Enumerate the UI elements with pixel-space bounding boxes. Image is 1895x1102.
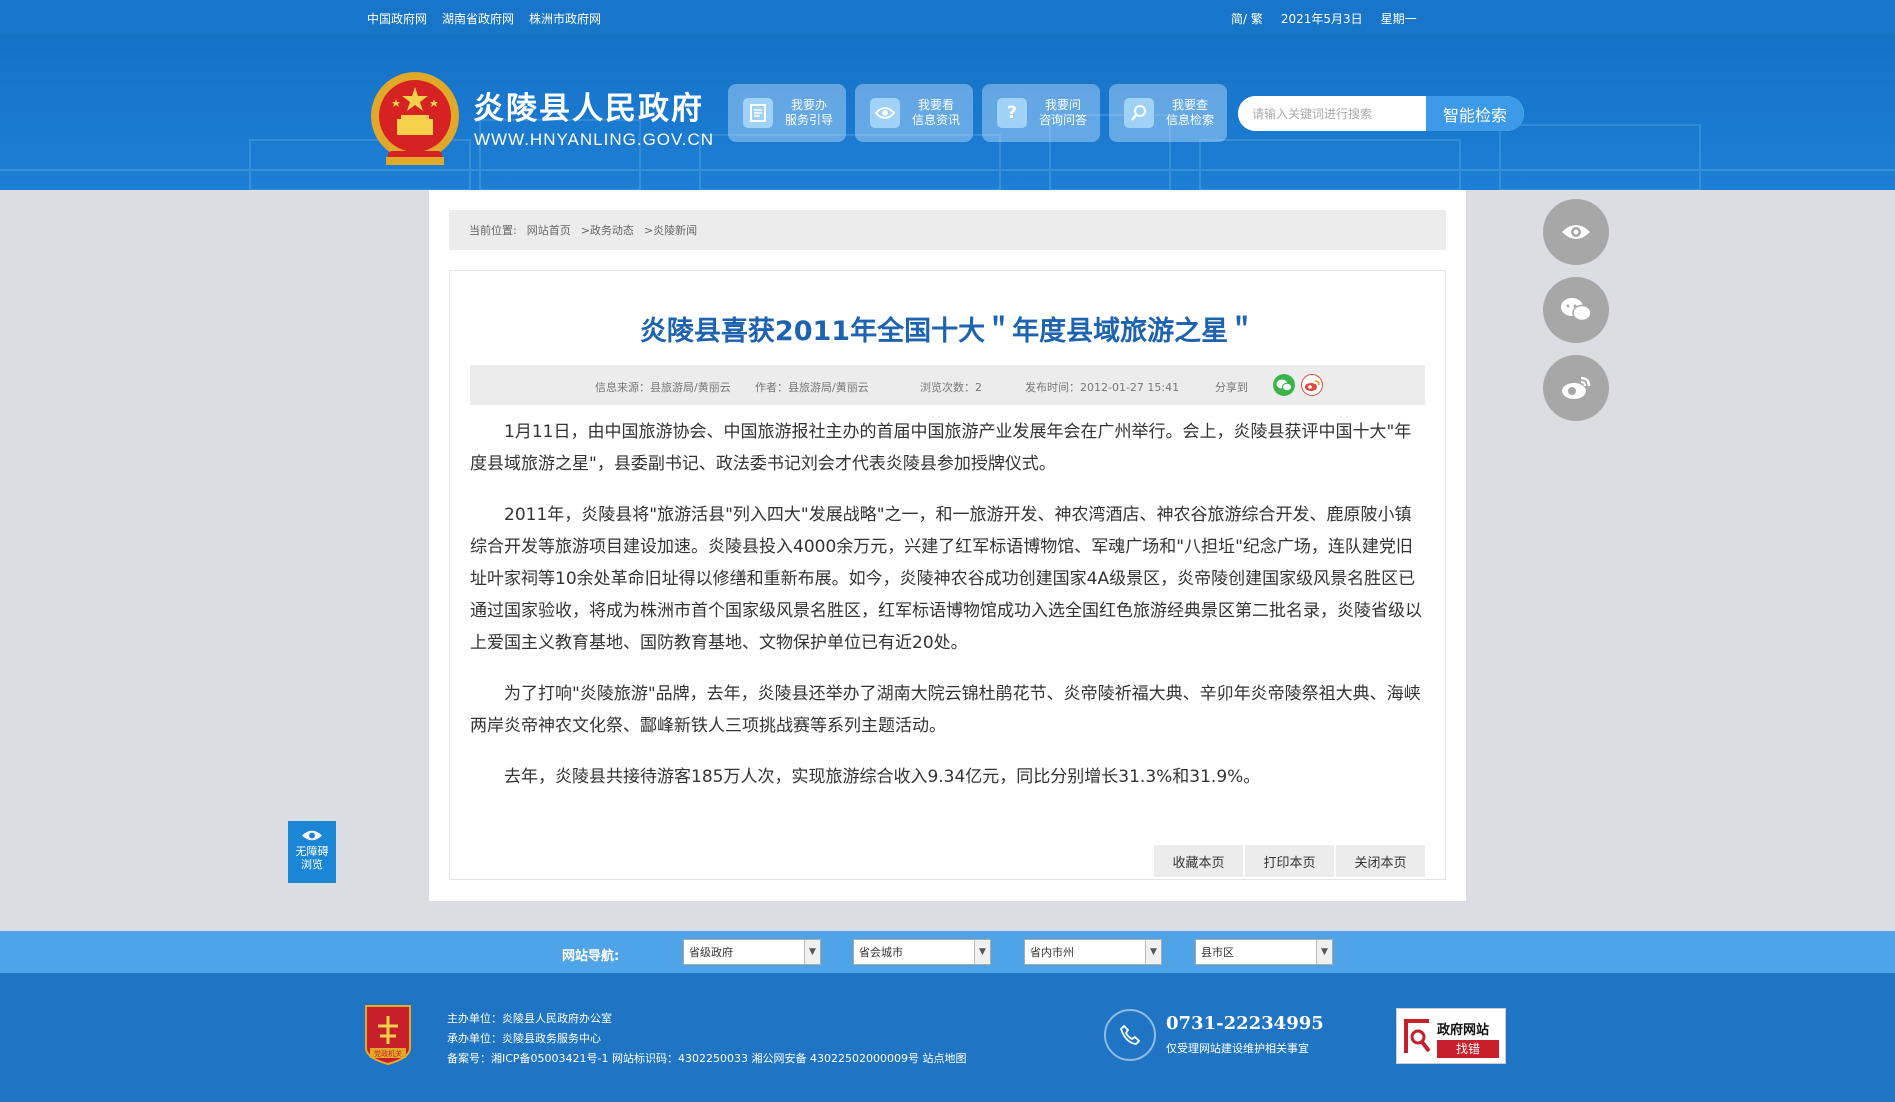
quick-sub-2: 信息资讯 [912,113,961,127]
gov-site-error-report-badge[interactable]: 政府网站 找错 [1396,1008,1506,1064]
footer-phone-note: 仅受理网站建设维护相关事宜 [1166,1042,1309,1055]
breadcrumb-news[interactable]: >炎陵新闻 [644,222,697,238]
select-value: 县市区 [1201,946,1234,959]
meta-share-label: 分享到 [1215,381,1248,394]
select-county[interactable]: 县市区 ▼ [1195,939,1333,965]
article-paragraph: 为了打响"炎陵旅游"品牌，去年，炎陵县还举办了湖南大院云锦杜鹃花节、炎帝陵祈福大… [470,684,1421,736]
document-icon [743,98,773,128]
date-text: 2021年5月3日 [1280,12,1363,26]
meta-views: 浏览次数：2 [920,381,982,394]
print-button[interactable]: 打印本页 [1245,845,1334,877]
footer: 党政机关 主办单位：炎陵县人民政府办公室 承办单位：炎陵县政务服务中心 备案号：… [0,973,1895,1102]
select-value: 省会城市 [859,946,903,959]
breadcrumb-label: 当前位置: [469,224,517,237]
top-links: 中国政府网 湖南省政府网 株洲市政府网 [367,10,601,27]
badge-line1: 政府网站 [1437,1023,1490,1038]
article-actions: 收藏本页 打印本页 关闭本页 [1154,845,1425,877]
question-icon: ? [997,98,1027,128]
quick-button-service[interactable]: 我要办 服务引导 [728,84,846,142]
national-emblem-icon [371,72,459,165]
accessibility-label-1: 无障碍 [295,845,329,858]
search-icon [1124,98,1154,128]
select-value: 省内市州 [1030,946,1074,959]
top-right: 简/ 繁 2021年5月3日 星期一 [1231,10,1417,27]
breadcrumb: 当前位置: 网站首页 >政务动态 >炎陵新闻 [449,210,1446,250]
link-hunan-gov[interactable]: 湖南省政府网 [442,10,514,27]
side-wechat-button[interactable] [1543,277,1609,343]
header: 炎陵县人民政府 WWW.HNYANLING.GOV.CN 我要办 服务引导 我要看… [0,35,1895,190]
search-button[interactable]: 智能检索 [1426,96,1524,131]
eye-icon [1562,225,1590,239]
quick-label-2: 我要看 [918,98,955,112]
wechat-share-icon[interactable] [1273,374,1295,396]
article-body: 1月11日，由中国旅游协会、中国旅游报社主办的首届中国旅游产业发展年会在广州举行… [470,416,1425,812]
top-bar: 中国政府网 湖南省政府网 株洲市政府网 简/ 繁 2021年5月3日 星期一 [0,0,1895,35]
footer-info: 主办单位：炎陵县人民政府办公室 承办单位：炎陵县政务服务中心 备案号：湘ICP备… [447,1009,966,1069]
eye-icon [870,98,900,128]
footer-host: 主办单位：炎陵县人民政府办公室 [447,1012,612,1025]
article-paragraph: 2011年，炎陵县将"旅游活县"列入四大"发展战略"之一，和一旅游开发、神农湾酒… [470,505,1422,653]
bookmark-button[interactable]: 收藏本页 [1154,845,1243,877]
quick-button-search[interactable]: 我要查 信息检索 [1109,84,1227,142]
weibo-icon [1562,376,1591,399]
meta-time: 发布时间：2012-01-27 15:41 [1025,381,1180,394]
quick-button-ask[interactable]: ? 我要问 咨询问答 [982,84,1100,142]
select-value: 省级政府 [689,946,733,959]
search-box: 智能检索 [1238,96,1524,131]
accessibility-label-2: 浏览 [301,858,323,871]
footer-record[interactable]: 备案号：湘ICP备05003421号-1 网站标识码：4302250033 湘公… [447,1049,966,1069]
article: 炎陵县喜获2011年全国十大＂年度县域旅游之星＂ 信息来源：县旅游局/黄丽云 作… [449,270,1446,880]
emblem-text: 党政机关 [374,1049,402,1058]
chevron-down-icon: ▼ [1145,940,1161,964]
article-meta: 信息来源：县旅游局/黄丽云 作者：县旅游局/黄丽云 浏览次数：2 发布时间：20… [470,365,1425,405]
side-eye-button[interactable] [1543,199,1609,265]
footer-organizer: 承办单位：炎陵县政务服务中心 [447,1032,601,1045]
side-weibo-button[interactable] [1543,355,1609,421]
article-paragraph: 去年，炎陵县共接待游客185万人次，实现旅游综合收入9.34亿元，同比分别增长3… [504,767,1261,787]
site-nav-label: 网站导航: [562,949,620,964]
site-url: WWW.HNYANLING.GOV.CN [474,130,715,149]
close-page-button[interactable]: 关闭本页 [1336,845,1425,877]
site-navigation-bar: 网站导航: 省级政府 ▼ 省会城市 ▼ 省内市州 ▼ 县市区 ▼ [0,931,1895,973]
quick-sub-1: 服务引导 [785,113,834,127]
quick-label-1: 我要办 [791,98,828,112]
chevron-down-icon: ▼ [974,940,990,964]
breadcrumb-affairs[interactable]: >政务动态 [581,222,634,238]
phone-icon [1104,1009,1156,1061]
footer-phone: 0731-22234995 [1166,1013,1324,1034]
meta-source: 信息来源：县旅游局/黄丽云 [595,381,731,394]
select-capital-city[interactable]: 省会城市 ▼ [853,939,991,965]
article-paragraph: 1月11日，由中国旅游协会、中国旅游报社主办的首届中国旅游产业发展年会在广州举行… [470,422,1412,474]
badge-line2: 找错 [1437,1040,1499,1058]
breadcrumb-home[interactable]: 网站首页 [527,222,571,238]
weibo-share-icon[interactable] [1301,374,1323,396]
content-panel: 当前位置: 网站首页 >政务动态 >炎陵新闻 炎陵县喜获2011年全国十大＂年度… [429,190,1466,901]
accessibility-button[interactable]: 无障碍 浏览 [288,821,336,883]
select-province-gov[interactable]: 省级政府 ▼ [683,939,821,965]
magnifier-icon [1404,1019,1431,1053]
quick-label-4: 我要查 [1172,98,1209,112]
link-zhuzhou-gov[interactable]: 株洲市政府网 [529,10,601,27]
chevron-down-icon: ▼ [804,940,820,964]
quick-sub-3: 咨询问答 [1039,113,1088,127]
weekday-text: 星期一 [1380,12,1417,26]
eye-icon [302,830,322,841]
quick-label-3: 我要问 [1045,98,1082,112]
link-central-gov[interactable]: 中国政府网 [367,10,427,27]
quick-button-info[interactable]: 我要看 信息资讯 [855,84,973,142]
quick-sub-4: 信息检索 [1166,113,1215,127]
chevron-down-icon: ▼ [1316,940,1332,964]
meta-author: 作者：县旅游局/黄丽云 [755,381,869,394]
search-input[interactable] [1238,96,1426,131]
select-province-city[interactable]: 省内市州 ▼ [1024,939,1162,965]
party-gov-emblem-icon[interactable]: 党政机关 [362,1004,414,1066]
site-title: 炎陵县人民政府 [473,91,704,127]
lang-switch[interactable]: 简/ 繁 [1231,10,1263,27]
article-title: 炎陵县喜获2011年全国十大＂年度县域旅游之星＂ [639,316,1256,347]
wechat-icon [1561,298,1592,322]
